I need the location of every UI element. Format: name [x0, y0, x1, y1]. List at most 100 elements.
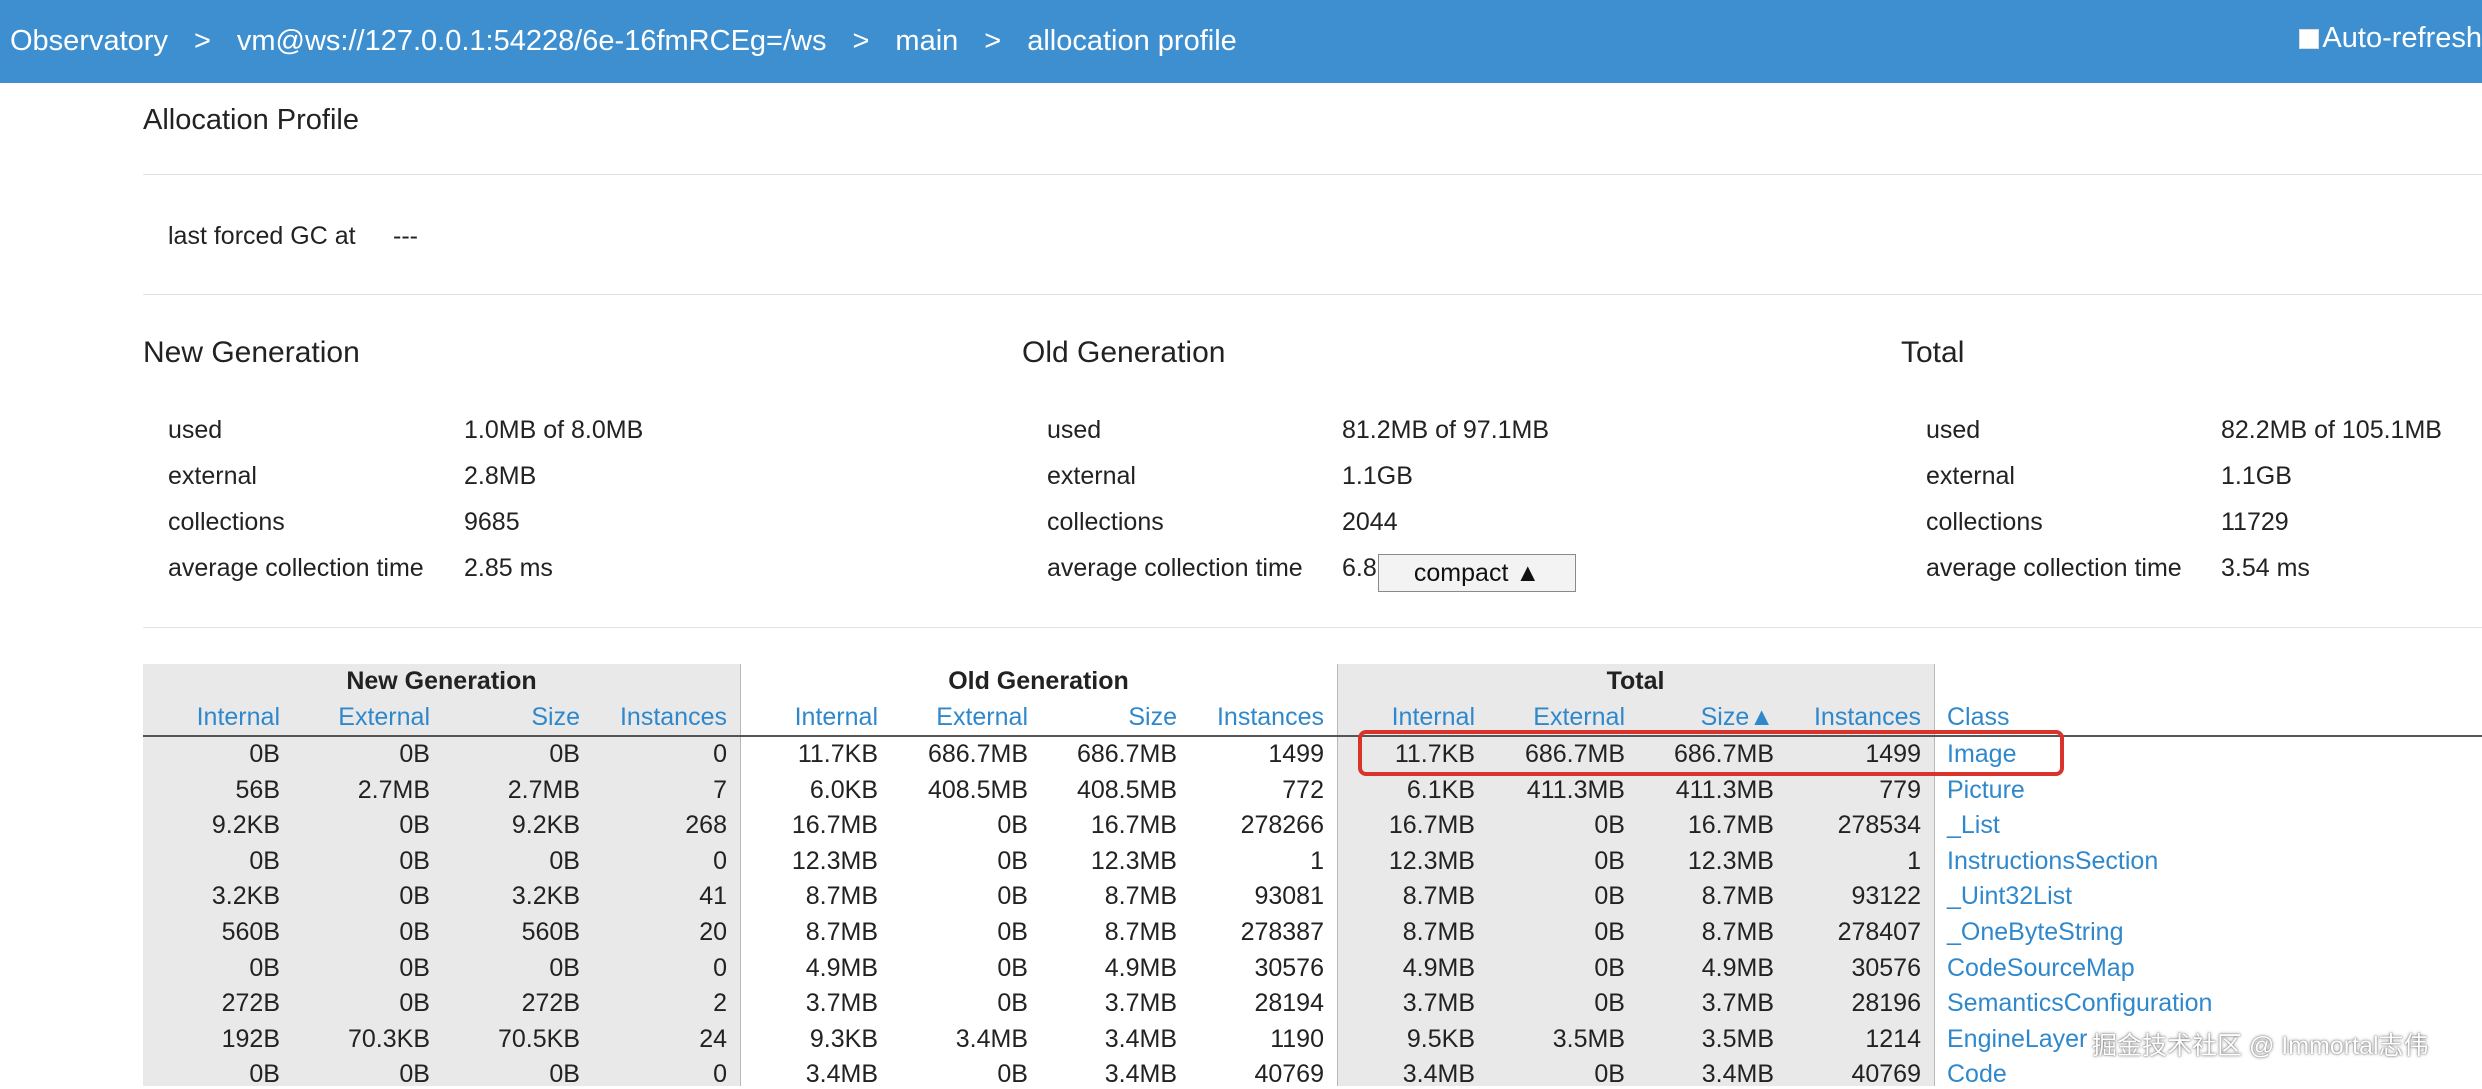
column-header[interactable]: Instances [1814, 703, 1921, 732]
table-cell: 6.1KB [1406, 775, 1475, 804]
column-header[interactable]: External [936, 703, 1028, 732]
class-link[interactable]: InstructionsSection [1947, 847, 2158, 876]
table-cell: 0B [997, 811, 1028, 840]
table-cell: 0B [399, 811, 430, 840]
table-cell: 779 [1879, 775, 1921, 804]
column-separator [740, 664, 741, 1086]
table-cell: 9.3KB [809, 1024, 878, 1053]
table-cell: 0B [249, 953, 280, 982]
table-cell: 0 [713, 846, 727, 875]
stat-value: 2.8MB [464, 462, 537, 490]
divider [143, 174, 2482, 175]
stat-value: 6.8 [1342, 554, 1377, 582]
table-cell: 40769 [1254, 1060, 1324, 1089]
column-header[interactable]: Instances [620, 703, 727, 732]
page-title: Allocation Profile [143, 104, 359, 136]
table-cell: 268 [685, 811, 727, 840]
column-header[interactable]: Size [531, 703, 580, 732]
class-link[interactable]: Code [1947, 1060, 2007, 1089]
table-cell: 0B [249, 846, 280, 875]
column-header[interactable]: Class [1947, 703, 2010, 732]
column-header[interactable]: Internal [795, 703, 878, 732]
table-cell: 0B [399, 1060, 430, 1089]
table-cell: 8.7MB [1104, 918, 1177, 946]
group-header: Total [1606, 667, 1665, 695]
table-cell: 272B [521, 989, 580, 1018]
table-cell: 28194 [1254, 989, 1324, 1018]
stat-value: 81.2MB of 97.1MB [1342, 416, 1550, 444]
table-cell: 0B [249, 1060, 280, 1089]
auto-refresh-checkbox[interactable] [2299, 28, 2320, 49]
column-header[interactable]: Instances [1217, 703, 1324, 732]
table-cell: 4.9MB [1104, 953, 1177, 982]
group-header: New Generation [346, 667, 537, 695]
table-cell: 2.7MB [357, 775, 430, 804]
column-header[interactable]: Size▲ [1701, 703, 1774, 732]
table-cell: 0B [399, 740, 430, 768]
table-cell: 9.5KB [1406, 1024, 1475, 1053]
table-cell: 20 [699, 918, 727, 946]
breadcrumb-observatory[interactable]: Observatory [10, 25, 168, 58]
stat-value: 1.1GB [1342, 462, 1413, 490]
table-cell: 3.2KB [511, 882, 580, 911]
class-link[interactable]: _Uint32List [1947, 882, 2072, 911]
stat-label: average collection time [168, 554, 424, 582]
class-link[interactable]: CodeSourceMap [1947, 954, 2135, 983]
table-cell: 0B [1594, 989, 1625, 1018]
table-cell: 192B [221, 1024, 280, 1053]
table-cell: 2.7MB [507, 775, 580, 804]
table-cell: 30576 [1851, 953, 1921, 982]
stat-label: average collection time [1926, 554, 2182, 582]
compact-button[interactable]: compact ▲ [1378, 554, 1576, 592]
breadcrumb-vm[interactable]: vm@ws://127.0.0.1:54228/6e-16fmRCEg=/ws [237, 25, 827, 58]
class-link[interactable]: Picture [1947, 776, 2025, 805]
stat-label: average collection time [1047, 554, 1303, 582]
stat-value: 11729 [2221, 508, 2289, 536]
table-cell: 686.7MB [1673, 740, 1774, 768]
breadcrumb-separator: > [984, 25, 1002, 57]
breadcrumb-allocation-profile[interactable]: allocation profile [1027, 25, 1237, 58]
table-cell: 3.4MB [1701, 1060, 1774, 1089]
column-header[interactable]: Internal [1392, 703, 1475, 732]
column-header[interactable]: External [1533, 703, 1625, 732]
table-cell: 11.7KB [797, 740, 878, 768]
breadcrumb-isolate[interactable]: main [895, 25, 958, 58]
table-cell: 278387 [1240, 918, 1324, 946]
table-cell: 278534 [1837, 811, 1921, 840]
stat-label: used [1926, 416, 1981, 444]
table-cell: 12.3MB [1090, 846, 1177, 875]
table-cell: 16.7MB [791, 811, 878, 840]
table-cell: 8.7MB [805, 882, 878, 911]
column-separator [1934, 664, 1935, 1086]
table-cell: 16.7MB [1687, 811, 1774, 840]
table-cell: 408.5MB [927, 775, 1028, 804]
breadcrumb: Observatory > vm@ws://127.0.0.1:54228/6e… [10, 0, 1237, 83]
class-link[interactable]: EngineLayer [1947, 1025, 2087, 1054]
table-cell: 93081 [1254, 882, 1324, 911]
stat-value: 3.54 ms [2221, 554, 2310, 582]
table-cell: 3.5MB [1552, 1024, 1625, 1053]
column-header[interactable]: External [338, 703, 430, 732]
table-cell: 4.9MB [1701, 953, 1774, 982]
table-cell: 28196 [1851, 989, 1921, 1018]
table-cell: 7 [713, 775, 727, 804]
table-cell: 0B [1594, 811, 1625, 840]
table-cell: 686.7MB [1076, 740, 1177, 768]
table-cell: 4.9MB [1402, 953, 1475, 982]
class-link[interactable]: _OneByteString [1947, 918, 2124, 947]
table-cell: 1190 [1270, 1024, 1324, 1053]
table-cell: 686.7MB [1524, 740, 1625, 768]
stat-value: 1.0MB of 8.0MB [464, 416, 644, 444]
table-cell: 2 [713, 989, 727, 1018]
class-link[interactable]: SemanticsConfiguration [1947, 989, 2212, 1018]
table-cell: 0B [997, 953, 1028, 982]
table-cell: 0B [1594, 1060, 1625, 1089]
column-header[interactable]: Internal [197, 703, 280, 732]
table-cell: 1 [1310, 846, 1324, 875]
table-cell: 12.3MB [1687, 846, 1774, 875]
class-link[interactable]: Image [1947, 740, 2016, 769]
table-cell: 3.7MB [1104, 989, 1177, 1018]
column-header[interactable]: Size [1128, 703, 1177, 732]
class-link[interactable]: _List [1947, 811, 2000, 840]
auto-refresh-toggle[interactable]: Auto-refresh [2299, 22, 2482, 55]
